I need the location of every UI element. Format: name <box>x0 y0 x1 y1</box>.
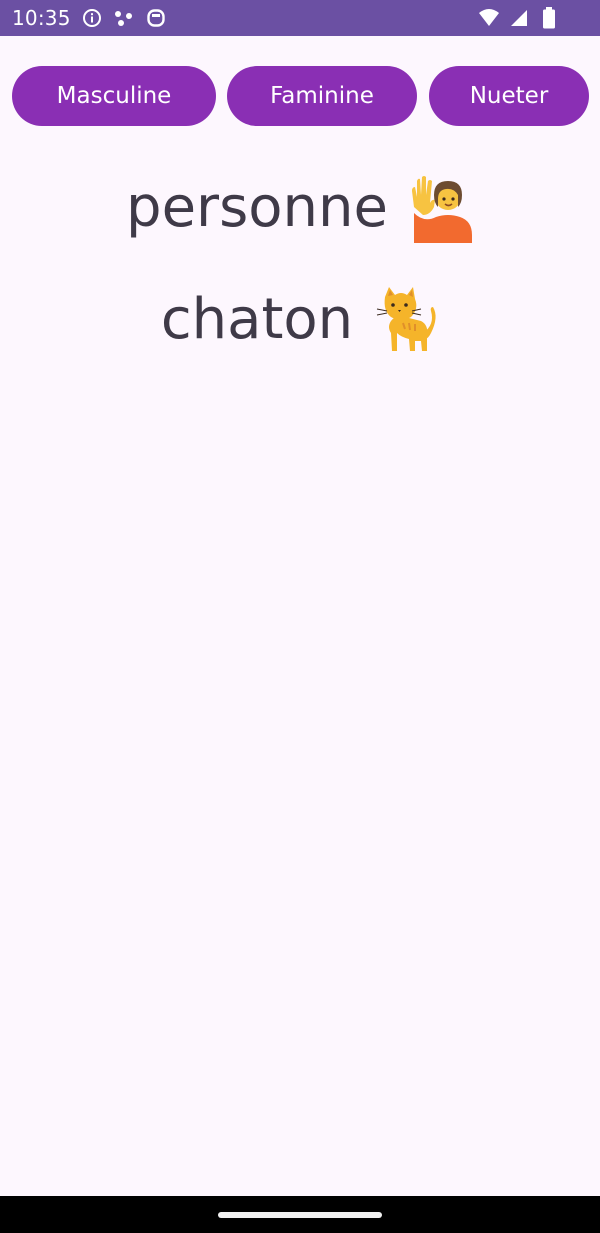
home-gesture-handle[interactable] <box>218 1212 382 1218</box>
status-time: 10:35 <box>12 6 71 30</box>
masculine-button[interactable]: Masculine <box>12 66 216 126</box>
feminine-button-label: Faminine <box>270 83 374 109</box>
word-text: personne <box>126 175 388 240</box>
word-text: chaton <box>160 287 354 352</box>
sync-icon <box>145 7 167 29</box>
masculine-button-label: Masculine <box>56 83 172 109</box>
signal-icon <box>508 7 530 29</box>
word-row-chaton: chaton <box>0 282 600 358</box>
neuter-button-label: Nueter <box>469 83 549 109</box>
word-row-personne: personne <box>0 170 600 246</box>
status-bar: 10:35 <box>0 0 600 36</box>
status-left-group: 10:35 <box>12 0 167 36</box>
battery-icon <box>538 7 560 29</box>
cat-icon <box>373 285 439 355</box>
neuter-button[interactable]: Nueter <box>429 66 589 126</box>
navigation-bar <box>0 1196 600 1233</box>
feminine-button[interactable]: Faminine <box>227 66 417 126</box>
info-icon <box>81 7 103 29</box>
wifi-icon <box>478 7 500 29</box>
dots-icon <box>113 7 135 29</box>
status-right-group <box>478 0 560 36</box>
person-raising-hand-icon <box>408 173 474 243</box>
